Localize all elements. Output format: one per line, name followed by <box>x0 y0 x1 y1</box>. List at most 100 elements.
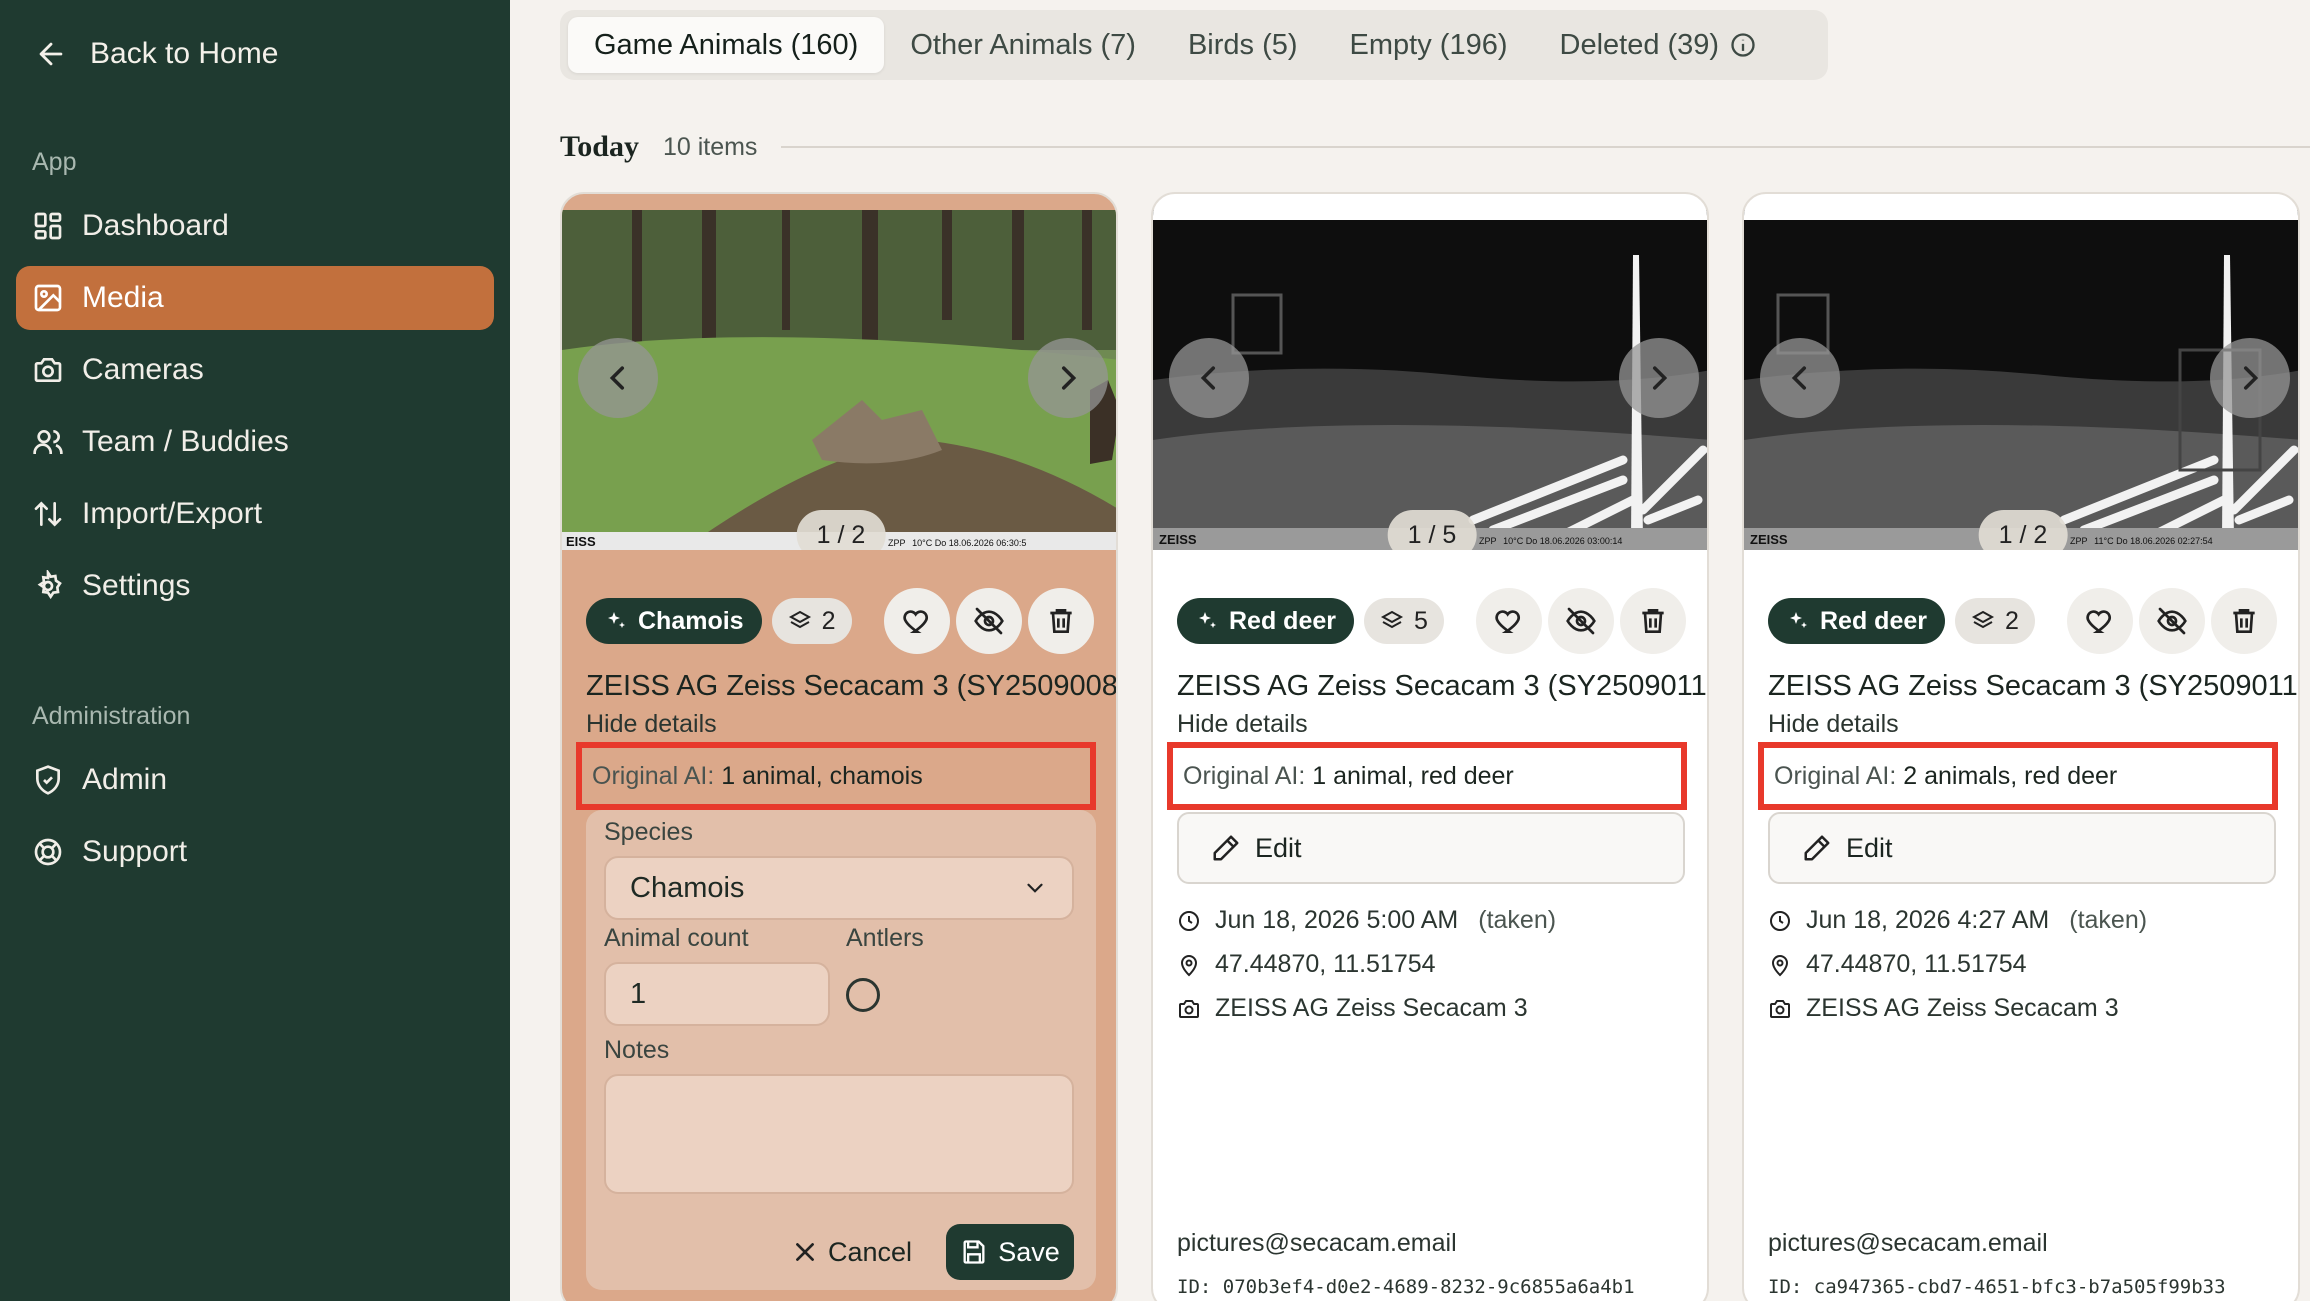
stack-count-chip[interactable]: 5 <box>1363 598 1444 644</box>
shield-icon <box>36 765 60 795</box>
photo-brand-stamp: ZEISS <box>1159 532 1197 547</box>
original-ai-label: Original AI: <box>1183 761 1306 790</box>
taken-suffix: (taken) <box>1478 906 1557 934</box>
previous-image-button[interactable] <box>578 338 658 418</box>
delete-button[interactable] <box>1619 588 1686 654</box>
image-counter: 1 / 2 <box>796 510 886 550</box>
species-chip-label: Red deer <box>1229 606 1336 635</box>
trash-icon <box>2233 609 2255 633</box>
camera-row: ZEISS AG Zeiss Secacam 3 <box>1177 994 1528 1023</box>
card-actions: Red deer 5 <box>1177 588 1687 654</box>
clock-icon <box>1770 910 1790 931</box>
sparkles-icon <box>1790 612 1807 628</box>
chevron-left-icon <box>1791 366 1807 390</box>
sidebar-item-settings[interactable]: Settings <box>16 554 494 618</box>
species-chip[interactable]: Red deer <box>1177 598 1354 644</box>
users-icon <box>33 430 63 454</box>
edit-button[interactable]: Edit <box>1768 812 2276 884</box>
media-photo[interactable]: ZEISS ZPP 11°C Do 18.06.2026 02:27:54 1 … <box>1744 210 2298 550</box>
camera-name: ZEISS AG Zeiss Secacam 3 <box>1806 994 2119 1022</box>
species-chip[interactable]: Chamois <box>586 598 762 644</box>
camera-icon <box>1770 999 1790 1018</box>
photo-brand-stamp: ZEISS <box>1750 532 1788 547</box>
tab-deleted[interactable]: Deleted (39) <box>1534 17 1784 73</box>
edit-label: Edit <box>1846 832 1893 863</box>
sidebar-item-team[interactable]: Team / Buddies <box>16 410 494 474</box>
media-photo[interactable]: EISS ZPP 10°C Do 18.06.2026 06:30:5 1 / … <box>562 210 1116 550</box>
stack-count-chip[interactable]: 2 <box>771 598 852 644</box>
camera-icon <box>1179 999 1199 1018</box>
delete-button[interactable] <box>2210 588 2277 654</box>
cancel-button[interactable]: Cancel <box>792 1224 912 1280</box>
chevron-down-icon <box>1027 883 1043 893</box>
photo-brand-stamp: EISS <box>566 534 596 549</box>
sender-email: pictures@secacam.email <box>1177 1229 1457 1257</box>
next-image-button[interactable] <box>1028 338 1108 418</box>
species-chip[interactable]: Red deer <box>1768 598 1945 644</box>
edit-button[interactable]: Edit <box>1177 812 1685 884</box>
species-chip-label: Red deer <box>1820 606 1927 635</box>
delete-button[interactable] <box>1027 588 1094 654</box>
stack-count: 2 <box>821 606 836 635</box>
section-label-administration: Administration <box>32 702 191 730</box>
sidebar-item-cameras[interactable]: Cameras <box>16 338 494 402</box>
tab-birds[interactable]: Birds (5) <box>1162 17 1324 73</box>
next-image-button[interactable] <box>2210 338 2290 418</box>
location-coordinates: 47.44870, 11.51754 <box>1806 950 2027 978</box>
favorite-button[interactable] <box>1475 588 1542 654</box>
save-button[interactable]: Save <box>946 1224 1074 1280</box>
tab-empty[interactable]: Empty (196) <box>1324 17 1534 73</box>
tab-game-animals[interactable]: Game Animals (160) <box>568 17 885 73</box>
sidebar-item-label: Import/Export <box>82 497 263 530</box>
section-label-app: App <box>32 148 77 176</box>
sidebar-item-import-export[interactable]: Import/Export <box>16 482 494 546</box>
back-to-home-link[interactable]: Back to Home <box>34 34 278 74</box>
antlers-toggle[interactable] <box>846 978 880 1012</box>
group-title: Today <box>560 130 639 163</box>
species-select[interactable]: Chamois <box>604 856 1074 920</box>
sidebar-item-label: Dashboard <box>82 209 229 242</box>
sidebar-item-admin[interactable]: Admin <box>16 748 494 812</box>
notes-textarea[interactable] <box>604 1074 1074 1194</box>
stack-count-chip[interactable]: 2 <box>1954 598 2035 644</box>
media-photo[interactable]: ZEISS ZPP 10°C Do 18.06.2026 03:00:14 1 … <box>1153 210 1707 550</box>
previous-image-button[interactable] <box>1169 338 1249 418</box>
hide-details-link[interactable]: Hide details <box>1768 710 1899 739</box>
next-image-button[interactable] <box>1619 338 1699 418</box>
back-label: Back to Home <box>90 37 279 70</box>
heart-icon <box>2086 610 2111 633</box>
taken-suffix: (taken) <box>2069 906 2148 934</box>
sidebar-item-dashboard[interactable]: Dashboard <box>16 194 494 258</box>
hide-details-link[interactable]: Hide details <box>586 710 717 739</box>
favorite-button[interactable] <box>883 588 950 654</box>
media-card: ZEISS ZPP 11°C Do 18.06.2026 02:27:54 1 … <box>1742 192 2300 1301</box>
favorite-button[interactable] <box>2066 588 2133 654</box>
location-coordinates: 47.44870, 11.51754 <box>1215 950 1436 978</box>
previous-image-button[interactable] <box>1760 338 1840 418</box>
hide-button[interactable] <box>955 588 1022 654</box>
hide-button[interactable] <box>2138 588 2205 654</box>
info-icon[interactable] <box>1729 31 1757 59</box>
sidebar-item-media[interactable]: Media <box>16 266 494 330</box>
photo-info-stamp: ZPP 10°C Do 18.06.2026 06:30:5 <box>888 538 1026 548</box>
original-ai-label: Original AI: <box>592 761 715 790</box>
media-card: EISS ZPP 10°C Do 18.06.2026 06:30:5 1 / … <box>560 192 1118 1301</box>
animal-count-input[interactable]: 1 <box>604 962 830 1026</box>
heart-icon <box>1495 610 1520 633</box>
sender-email: pictures@secacam.email <box>1768 1229 2048 1257</box>
save-icon <box>963 1240 985 1264</box>
tab-label: Empty (196) <box>1349 28 1508 61</box>
clock-icon <box>1179 910 1199 931</box>
camera-title: ZEISS AG Zeiss Secacam 3 (SY25090117) <box>1177 670 1709 702</box>
dashboard-icon <box>34 212 62 240</box>
edit-form: Species Chamois Animal count 1 Antlers N… <box>586 810 1096 1290</box>
layers-icon <box>1971 610 1995 629</box>
hide-button[interactable] <box>1547 588 1614 654</box>
close-icon <box>796 1243 814 1261</box>
hide-details-link[interactable]: Hide details <box>1177 710 1308 739</box>
sidebar-item-label: Admin <box>82 763 168 796</box>
sidebar-item-support[interactable]: Support <box>16 820 494 884</box>
species-select-value: Chamois <box>630 871 745 904</box>
camera-icon <box>34 358 62 382</box>
tab-other-animals[interactable]: Other Animals (7) <box>884 17 1162 73</box>
